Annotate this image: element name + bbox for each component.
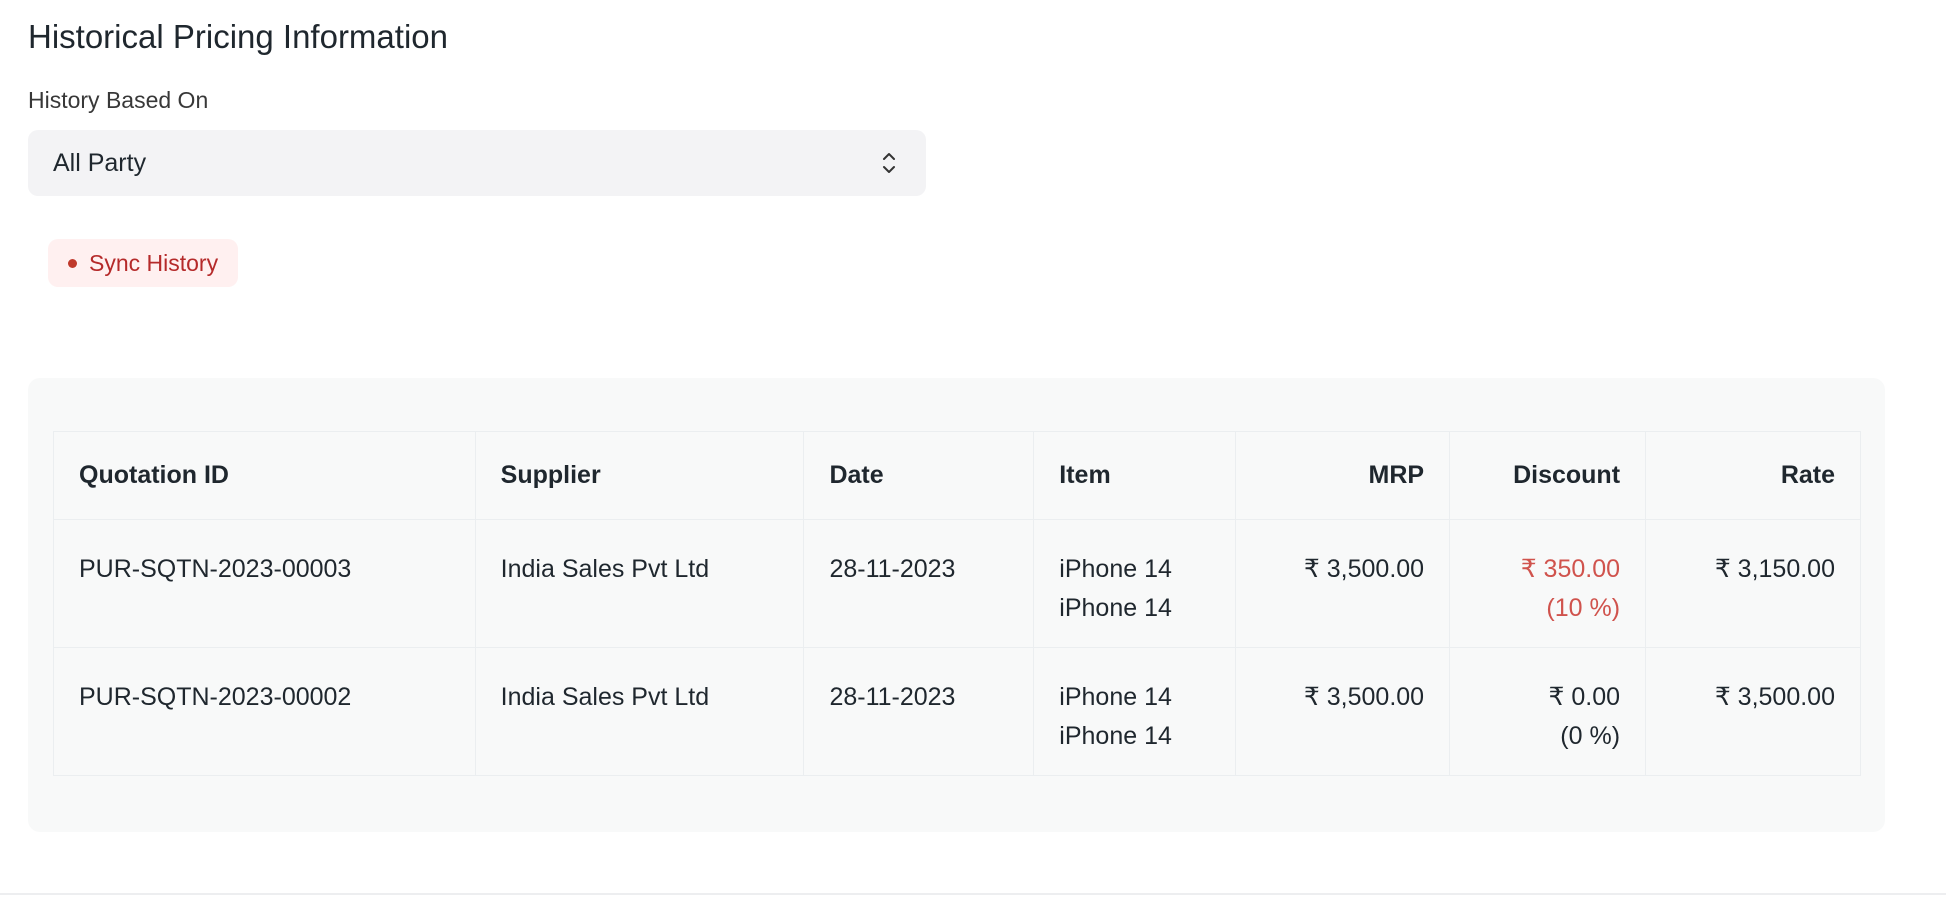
chevron-up-down-icon (880, 148, 898, 178)
header-supplier[interactable]: Supplier (474, 431, 805, 520)
page-title: Historical Pricing Information (28, 18, 448, 55)
supplier-cell: India Sales Pvt Ltd (474, 647, 805, 776)
sync-history-label: Sync History (89, 249, 219, 276)
history-based-on-select[interactable]: All Party (28, 130, 926, 196)
historical-pricing-page: Historical Pricing Information History B… (0, 0, 1946, 906)
rate-cell: ₹ 3,500.00 (1645, 647, 1861, 776)
item-name: iPhone 14 (1059, 683, 1172, 711)
item-cell: iPhone 14 iPhone 14 (1033, 647, 1237, 776)
discount-percent: (0 %) (1560, 722, 1621, 750)
supplier-cell: India Sales Pvt Ltd (474, 519, 805, 648)
history-based-on-label: History Based On (28, 87, 209, 113)
rate-cell: ₹ 3,150.00 (1645, 519, 1861, 648)
discount-amount: ₹ 0.00 (1548, 683, 1621, 711)
mrp-cell: ₹ 3,500.00 (1235, 519, 1451, 648)
item-name: iPhone 14 (1059, 722, 1172, 750)
history-based-on-value: All Party (53, 148, 147, 177)
table-header-row: Quotation ID Supplier Date Item MRP Disc… (53, 431, 1861, 520)
header-rate[interactable]: Rate (1645, 431, 1861, 520)
quotation-id-cell[interactable]: PUR-SQTN-2023-00002 (53, 647, 476, 776)
table-row: PUR-SQTN-2023-00003 India Sales Pvt Ltd … (53, 519, 1861, 648)
header-quotation-id[interactable]: Quotation ID (53, 431, 476, 520)
table-row: PUR-SQTN-2023-00002 India Sales Pvt Ltd … (53, 647, 1861, 776)
discount-cell: ₹ 350.00 (10 %) (1449, 519, 1647, 648)
item-name: iPhone 14 (1059, 555, 1172, 583)
discount-cell: ₹ 0.00 (0 %) (1449, 647, 1647, 776)
mrp-cell: ₹ 3,500.00 (1235, 647, 1451, 776)
discount-percent: (10 %) (1546, 594, 1621, 622)
discount-amount: ₹ 350.00 (1520, 555, 1621, 583)
dot-icon (68, 258, 77, 268)
quotation-id-cell[interactable]: PUR-SQTN-2023-00003 (53, 519, 476, 648)
date-cell: 28-11-2023 (803, 647, 1035, 776)
item-name: iPhone 14 (1059, 594, 1172, 622)
date-cell: 28-11-2023 (803, 519, 1035, 648)
header-mrp[interactable]: MRP (1235, 431, 1451, 520)
item-cell: iPhone 14 iPhone 14 (1033, 519, 1237, 648)
pricing-history-card: Quotation ID Supplier Date Item MRP Disc… (28, 378, 1885, 832)
sync-history-button[interactable]: Sync History (48, 239, 239, 287)
header-item[interactable]: Item (1033, 431, 1237, 520)
section-divider (0, 893, 1946, 895)
pricing-history-table: Quotation ID Supplier Date Item MRP Disc… (53, 431, 1861, 776)
header-discount[interactable]: Discount (1449, 431, 1647, 520)
header-date[interactable]: Date (803, 431, 1035, 520)
